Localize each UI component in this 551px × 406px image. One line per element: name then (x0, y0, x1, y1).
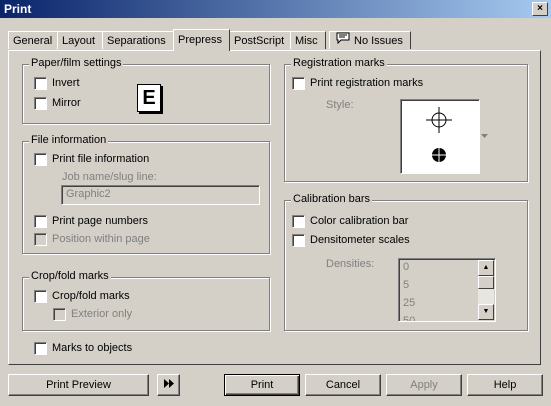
tab-label: Separations (107, 35, 166, 47)
tab-label: Prepress (178, 34, 223, 46)
exterior-only-checkbox[interactable]: Exterior only (53, 306, 132, 322)
densities-scrollbar[interactable]: ▲ ▼ (478, 260, 494, 320)
cancel-button[interactable]: Cancel (305, 374, 381, 396)
print-button[interactable]: Print (224, 374, 300, 396)
tab-misc[interactable]: Misc (290, 31, 326, 49)
registration-style-picker[interactable] (400, 99, 480, 174)
checkbox-box[interactable] (34, 76, 47, 90)
checkbox-label: Marks to objects (52, 342, 133, 354)
checkbox-label: Print file information (52, 153, 150, 165)
list-item[interactable]: 0 (403, 261, 409, 273)
job-name-input[interactable]: Graphic2 (61, 185, 260, 205)
list-item[interactable]: 50 (403, 315, 415, 321)
checkbox-box[interactable] (292, 214, 305, 228)
tab-label: Misc (295, 35, 318, 47)
checkbox-box[interactable] (34, 152, 47, 166)
list-item[interactable]: 25 (403, 297, 415, 309)
close-button[interactable]: × (532, 2, 548, 16)
window-title: Print (4, 2, 32, 16)
position-within-page-checkbox[interactable]: Position within page (34, 231, 150, 247)
print-dialog: Print × General Layout Separations Prepr… (0, 0, 551, 406)
checkbox-label: Densitometer scales (310, 234, 410, 246)
print-file-info-checkbox[interactable]: Print file information (34, 151, 149, 167)
densities-list[interactable]: 0 5 25 50 ▲ ▼ (398, 258, 496, 322)
group-title: Calibration bars (291, 193, 373, 205)
densities-label: Densities: (326, 258, 375, 270)
scroll-thumb[interactable] (478, 276, 494, 289)
job-name-label: Job name/slug line: (62, 171, 157, 183)
group-title: File information (29, 134, 109, 146)
mirror-checkbox[interactable]: Mirror (34, 95, 81, 111)
checkbox-box[interactable] (34, 232, 47, 246)
densitometer-scales-checkbox[interactable]: Densitometer scales (292, 232, 410, 248)
tab-no-issues[interactable]: No Issues (329, 31, 411, 49)
checkbox-label: Position within page (52, 233, 150, 245)
checkbox-label: Invert (52, 77, 80, 89)
checkbox-label: Print page numbers (52, 215, 148, 227)
checkbox-box[interactable] (292, 76, 305, 90)
registration-target-icon (431, 147, 447, 166)
print-preview-button[interactable]: Print Preview (8, 374, 149, 396)
invert-checkbox[interactable]: Invert (34, 75, 80, 91)
tab-postscript[interactable]: PostScript (229, 31, 291, 49)
print-page-numbers-checkbox[interactable]: Print page numbers (34, 213, 148, 229)
crop-fold-marks-checkbox[interactable]: Crop/fold marks (34, 288, 130, 304)
title-bar[interactable]: Print × (0, 0, 551, 18)
list-item[interactable]: 5 (403, 279, 409, 291)
tab-general[interactable]: General (8, 31, 58, 49)
group-title: Crop/fold marks (29, 270, 111, 282)
checkbox-box[interactable] (53, 307, 66, 321)
scroll-up-icon[interactable]: ▲ (478, 260, 494, 276)
checkbox-label: Color calibration bar (310, 215, 409, 227)
style-dropdown-arrow-icon[interactable] (481, 130, 488, 142)
checkbox-box[interactable] (34, 214, 47, 228)
print-registration-marks-checkbox[interactable]: Print registration marks (292, 75, 423, 91)
checkbox-box[interactable] (292, 233, 305, 247)
expand-preview-button[interactable] (157, 374, 180, 396)
issues-icon (336, 32, 350, 50)
checkbox-box[interactable] (34, 289, 47, 303)
help-button[interactable]: Help (467, 374, 543, 396)
apply-button[interactable]: Apply (386, 374, 462, 396)
double-arrow-icon (163, 375, 174, 395)
checkbox-label: Exterior only (71, 308, 133, 320)
page-preview-icon: E (137, 84, 161, 112)
group-title: Paper/film settings (29, 57, 124, 69)
tab-label: Layout (62, 35, 96, 47)
tab-label: General (13, 35, 53, 47)
tab-layout[interactable]: Layout (57, 31, 103, 49)
color-calibration-bar-checkbox[interactable]: Color calibration bar (292, 213, 408, 229)
checkbox-label: Mirror (52, 97, 81, 109)
checkbox-label: Crop/fold marks (52, 290, 130, 302)
crosshair-icon (425, 106, 453, 137)
scroll-down-icon[interactable]: ▼ (478, 304, 494, 320)
tab-separations[interactable]: Separations (102, 31, 174, 49)
crop-fold-group: Crop/fold marks (22, 270, 270, 331)
checkbox-box[interactable] (34, 96, 47, 110)
marks-to-objects-checkbox[interactable]: Marks to objects (34, 340, 132, 356)
tab-prepress[interactable]: Prepress (173, 29, 230, 51)
style-label: Style: (326, 99, 354, 111)
tab-label: No Issues (354, 35, 403, 47)
checkbox-box[interactable] (34, 341, 47, 355)
group-title: Registration marks (291, 57, 387, 69)
checkbox-label: Print registration marks (310, 77, 424, 89)
tab-label: PostScript (234, 35, 285, 47)
